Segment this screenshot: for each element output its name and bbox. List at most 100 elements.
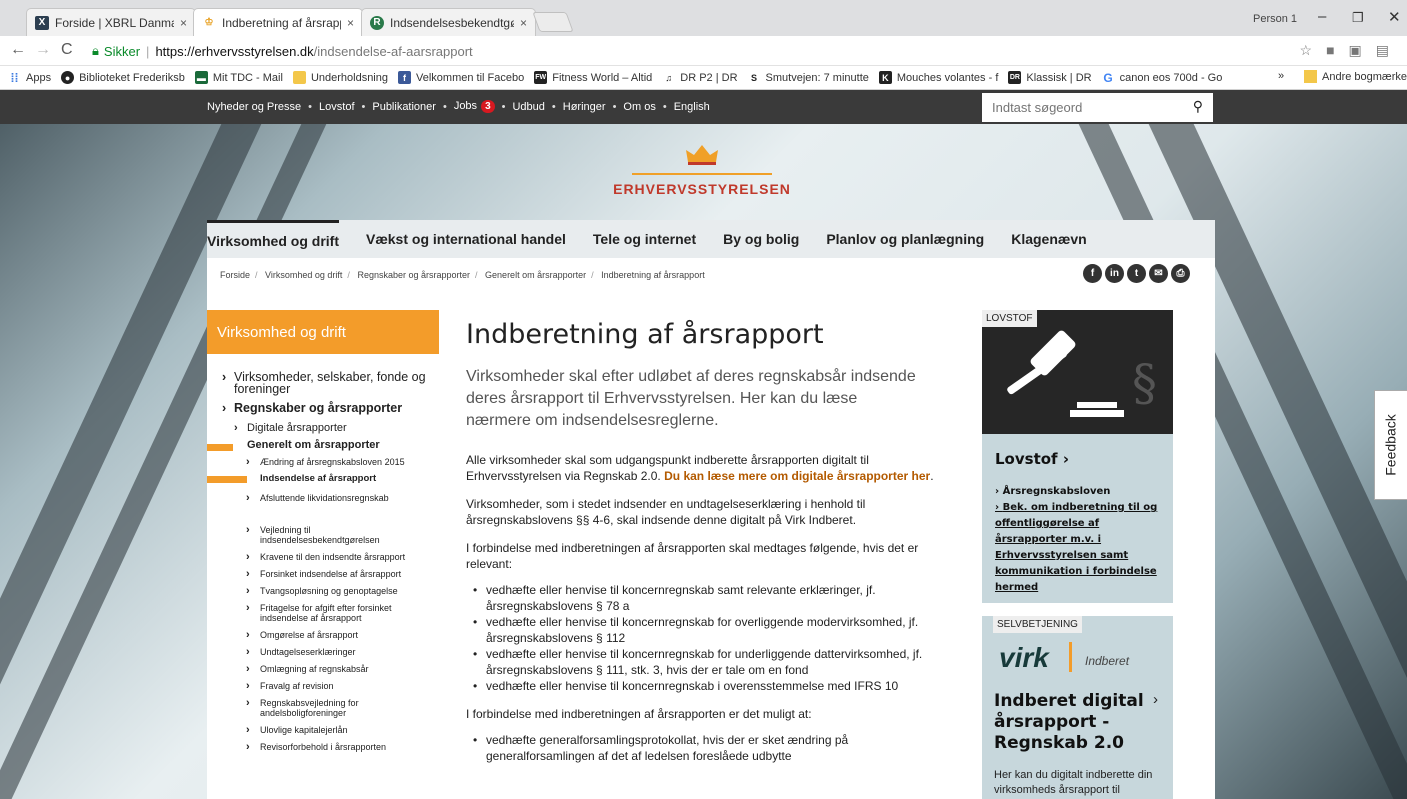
jobs-count-badge: 3 [481,100,495,113]
bookmark-klassisk[interactable]: DR Klassisk | DR [1008,71,1092,84]
site-logo[interactable]: Erhvervsstyrelsen [612,142,792,197]
topnav-publikationer[interactable]: Publikationer [372,101,436,113]
reload-icon[interactable]: C [61,41,73,59]
topnav-nyheder[interactable]: Nyheder og Presse [207,101,301,113]
mainnav-klagenaevn[interactable]: Klagenævn [1011,220,1086,258]
list-item: vedhæfte eller henvise til koncernregnsk… [466,646,956,678]
leftnav-item-current-page[interactable]: Indsendelse af årsrapport [207,474,439,484]
lovstof-link[interactable]: › Bek. om indberetning til og offentligg… [995,500,1165,596]
topnav-english[interactable]: English [674,101,710,113]
other-bookmarks[interactable]: Andre bogmærke [1304,70,1407,83]
url-field[interactable]: 🔒︎ Sikker | https://erhvervsstyrelsen.dk… [92,39,1312,63]
mainnav-virksomhed[interactable]: Virksomhed og drift [207,220,339,258]
bookmark-dr-p2[interactable]: ♫ DR P2 | DR [662,71,737,84]
left-nav-heading[interactable]: Virksomhed og drift [207,310,439,354]
bookmark-label: Velkommen til Facebo [416,71,525,84]
new-tab-button[interactable] [532,12,574,32]
bookmark-underholdning[interactable]: Underholdsning [292,71,388,84]
extension-icon[interactable]: ■ [1326,42,1334,59]
leftnav-item[interactable]: Regnskabsvejledning for andelsboligforen… [207,698,367,718]
url-host: https://erhvervsstyrelsen.dk [155,43,314,59]
leftnav-item[interactable]: Virksomheder, selskaber, fonde og foreni… [207,371,427,396]
bookmark-facebook[interactable]: f Velkommen til Facebo [398,71,524,84]
leftnav-item-current-section[interactable]: Generelt om årsrapporter [207,439,439,451]
bookmark-fitness[interactable]: FW Fitness World – Altid [534,71,652,84]
breadcrumb-virksomhed[interactable]: Virksomhed og drift [265,270,342,280]
leftnav-item[interactable]: Undtagelseserklæringer [207,647,439,657]
topnav-om-os[interactable]: Om os [623,101,655,113]
leftnav-item[interactable]: Omgørelse af årsrapport [207,630,439,640]
leftnav-item[interactable]: Omlægning af regnskabsår [207,664,439,674]
close-window-icon[interactable]: ✕ [1388,8,1401,26]
facebook-icon[interactable]: f [1083,264,1102,283]
browser-tab-indberetning[interactable]: ♔ Indberetning af årsrappo × [193,8,363,36]
jobs-label: Jobs [453,100,478,112]
lovstof-title[interactable]: Lovstof › [995,450,1069,468]
mainnav-tele[interactable]: Tele og internet [593,220,696,258]
leftnav-item[interactable]: Tvangsopløsning og genoptagelse [207,586,439,596]
smutvejen-icon: S [751,72,758,83]
bookmark-label: Mouches volantes - f [896,71,999,84]
leftnav-item[interactable]: Afsluttende likvidationsregnskab [207,493,439,503]
leftnav-item[interactable]: Vejledning til indsendelsesbekendtgørels… [207,525,382,545]
search-input[interactable] [982,100,1182,115]
breadcrumb-regnskaber[interactable]: Regnskaber og årsrapporter [357,270,470,280]
leftnav-item[interactable]: Forsinket indsendelse af årsrapport [207,569,439,579]
bookmark-smutvejen[interactable]: S Smutvejen: 7 minutte [748,71,869,84]
search-icon[interactable]: ⚲ [1193,98,1203,115]
google-icon: G [1103,70,1113,85]
tab-title: Indberetning af årsrappo [222,15,341,30]
leftnav-item[interactable]: Kravene til den indsendte årsrapport [207,552,439,562]
leftnav-item[interactable]: Ulovlige kapitalejerlån [207,725,439,735]
indberet-title[interactable]: Indberet digital årsrapport - Regnskab 2… [994,691,1144,754]
close-tab-icon[interactable]: × [520,16,527,30]
browser-tab-strip: X Forside | XBRL Danmark × ♔ Indberetnin… [0,0,1407,36]
folder-icon [292,71,306,84]
top-nav: Nyheder og Presse • Lovstof • Publikatione… [207,100,710,113]
mainnav-vaekst[interactable]: Vækst og international handel [366,220,566,258]
options-list: vedhæfte generalforsamlingsprotokollat, … [466,732,916,764]
close-tab-icon[interactable]: × [180,16,187,30]
leftnav-item[interactable]: Ændring af årsregnskabsloven 2015 [207,457,439,467]
leftnav-item[interactable]: Fravalg af revision [207,681,439,691]
digital-reports-link[interactable]: Du kan læse mere om digitale årsrapporte… [664,469,930,483]
bookmark-mouches[interactable]: K Mouches volantes - f [878,71,999,84]
back-icon[interactable]: ← [10,41,26,59]
topnav-horinger[interactable]: Høringer [563,101,606,113]
leftnav-item[interactable]: Revisorforbehold i årsrapporten [207,742,439,752]
forward-icon[interactable]: → [35,41,51,59]
topnav-jobs[interactable]: Jobs 3 [454,100,495,113]
breadcrumb-generelt[interactable]: Generelt om årsrapporter [485,270,586,280]
lovstof-link[interactable]: › Årsregnskabsloven [995,484,1165,500]
profile-name[interactable]: Person 1 [1253,13,1297,25]
restore-icon[interactable]: ❐ [1352,10,1364,26]
leftnav-item[interactable]: Digitale årsrapporter [207,422,439,434]
leftnav-item[interactable]: Fritagelse for afgift efter forsinket in… [207,603,407,623]
mainnav-by-og-bolig[interactable]: By og bolig [723,220,799,258]
feedback-button[interactable]: Feedback [1374,390,1407,500]
pdf-extension-icon[interactable]: ▣ [1349,42,1362,59]
minimize-icon[interactable]: – [1318,8,1326,25]
topnav-lovstof[interactable]: Lovstof [319,101,354,113]
linkedin-icon[interactable]: in [1105,264,1124,283]
mail-icon[interactable]: ✉ [1149,264,1168,283]
menu-extension-icon[interactable]: ▤ [1376,42,1389,59]
bookmark-star-icon[interactable]: ☆ [1300,42,1313,59]
leftnav-item[interactable]: Regnskaber og årsrapporter [207,402,439,415]
mainnav-planlov[interactable]: Planlov og planlægning [826,220,984,258]
close-tab-icon[interactable]: × [347,16,354,30]
bookmark-canon[interactable]: Gcanon eos 700d - Go [1102,70,1222,85]
bookmark-biblioteket[interactable]: ● Biblioteket Frederiksb [61,71,185,84]
radio-icon: ♫ [665,72,673,83]
print-icon[interactable]: ⎙ [1171,264,1190,283]
browser-tab-indsendelse[interactable]: R Indsendelsesbekendtgør × [361,8,536,36]
bookmark-tdc[interactable]: ▬ Mit TDC - Mail [194,71,283,84]
bookmarks-overflow-button[interactable]: » [1278,70,1284,82]
topnav-udbud[interactable]: Udbud [512,101,544,113]
breadcrumb-forside[interactable]: Forside [220,270,250,280]
twitter-icon[interactable]: t [1127,264,1146,283]
bookmark-apps[interactable]: ⁞⁞ Apps [8,71,52,85]
chevron-right-icon[interactable]: › [1153,691,1158,708]
list-item: vedhæfte eller henvise til koncernregnsk… [466,582,956,614]
browser-tab-xbrl[interactable]: X Forside | XBRL Danmark × [26,8,196,36]
